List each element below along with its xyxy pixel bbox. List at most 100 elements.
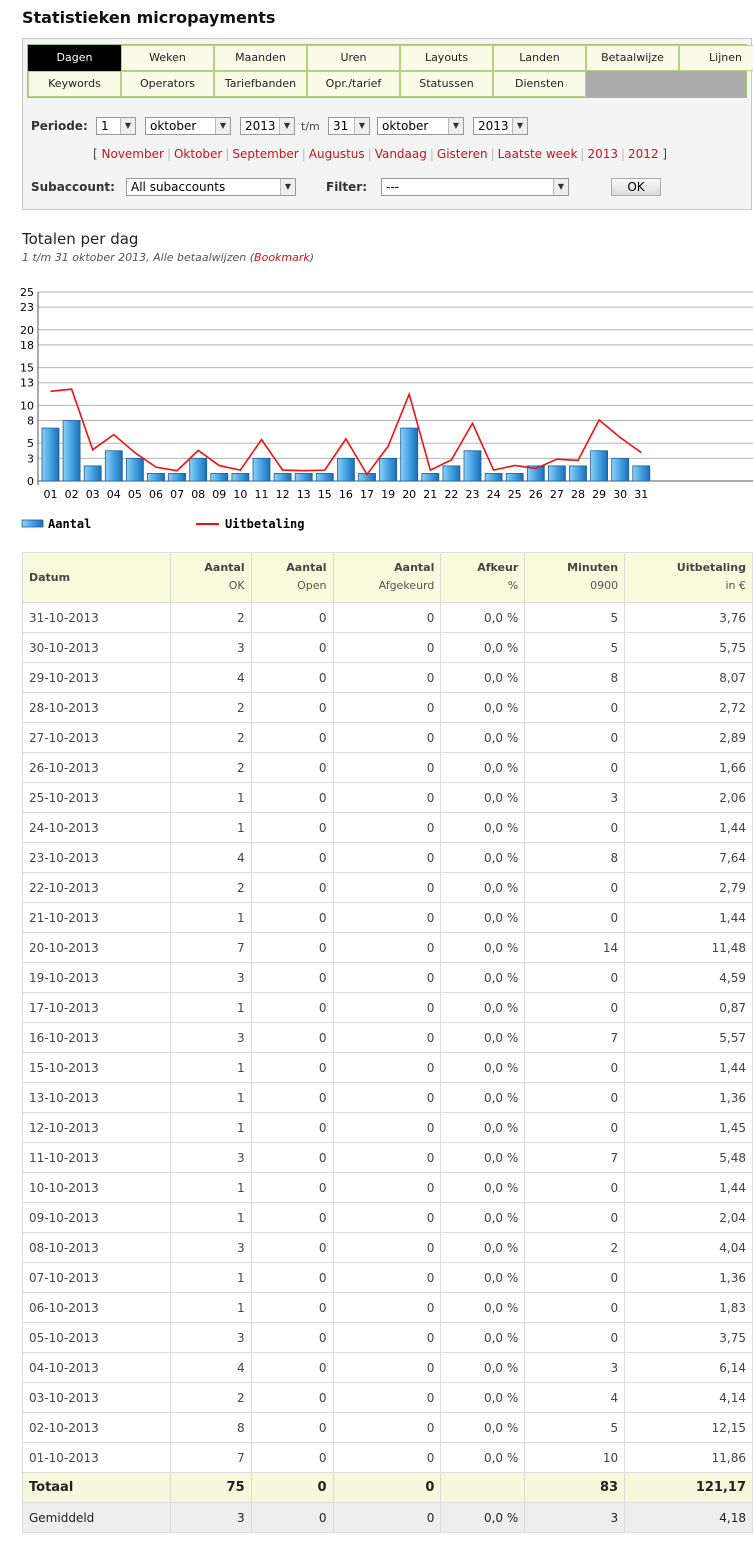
table-row: 03-10-2013 2 0 0 0,0 % 4 4,14 [22,1382,753,1413]
to-month-select[interactable]: oktober ▼ [377,117,464,135]
from-month-select[interactable]: oktober ▼ [145,117,231,135]
cell-afkeur-pct: 0,0 % [440,1172,526,1203]
table-row: 31-10-2013 2 0 0 0,0 % 5 3,76 [22,602,753,633]
column-header-aantal-ok[interactable]: Aantal OK [169,552,252,603]
cell-datum: 13-10-2013 [22,1082,171,1113]
quick-link-laatste-week[interactable]: Laatste week [498,147,578,161]
from-year-select[interactable]: 2013 ▼ [240,117,295,135]
table-row: 12-10-2013 1 0 0 0,0 % 0 1,45 [22,1112,753,1143]
cell-afkeur-pct: 0,0 % [440,1262,526,1293]
table-row: 23-10-2013 4 0 0 0,0 % 8 7,64 [22,842,753,873]
cell-datum: 27-10-2013 [22,722,171,753]
cell-minuten: 0 [524,1262,626,1293]
tab-diensten[interactable]: Diensten [493,71,586,97]
column-header-minuten-0900[interactable]: Minuten 0900 [524,552,626,603]
tab-keywords[interactable]: Keywords [28,71,121,97]
cell-afkeur-pct: 0,0 % [440,1442,526,1473]
cell-aantal-open: 0 [250,1142,334,1173]
quick-link-gisteren[interactable]: Gisteren [437,147,488,161]
chevron-down-icon: ▼ [120,118,135,134]
quick-link-november[interactable]: November [102,147,164,161]
from-day-select[interactable]: 1 ▼ [96,117,136,135]
cell-aantal-ok: 3 [169,1022,252,1053]
bar-aantal [189,457,208,482]
column-header-aantal-open[interactable]: Aantal Open [250,552,334,603]
subaccount-label: Subaccount: [31,180,115,194]
column-header-afkeur[interactable]: Afkeur% [440,552,526,603]
cell-uitbetaling: 4,14 [624,1382,753,1413]
cell-uitbetaling: 11,86 [624,1442,753,1473]
cell-afkeur-pct: 0,0 % [440,812,526,843]
cell-aantal-afgekeurd: 0 [332,812,442,843]
quick-link-oktober[interactable]: Oktober [174,147,222,161]
cell-uitbetaling: 2,04 [624,1202,753,1233]
tab-uren[interactable]: Uren [307,45,400,71]
cell-aantal-afgekeurd: 0 [332,1382,442,1413]
to-day-select[interactable]: 31 ▼ [328,117,370,135]
tab-layouts[interactable]: Layouts [400,45,493,71]
subaccount-select[interactable]: All subaccounts ▼ [126,178,296,196]
cell-datum: 20-10-2013 [22,932,171,963]
tab-betaalwijze[interactable]: Betaalwijze [586,45,679,71]
table-row: 01-10-2013 7 0 0 0,0 % 10 11,86 [22,1442,753,1473]
quick-link-vandaag[interactable]: Vandaag [375,147,427,161]
cell-aantal-open: 0 [250,1052,334,1083]
column-header-aantal-afgekeurd[interactable]: Aantal Afgekeurd [332,552,442,603]
cell-minuten: 5 [524,1412,626,1443]
filter-select[interactable]: --- ▼ [381,178,569,196]
table-row: 21-10-2013 1 0 0 0,0 % 0 1,44 [22,902,753,933]
cell-aantal-afgekeurd: 0 [332,872,442,903]
x-tick-label: 24 [487,488,501,501]
cell-minuten: 0 [524,1202,626,1233]
table-row: 16-10-2013 3 0 0 0,0 % 7 5,57 [22,1022,753,1053]
cell-uitbetaling: 5,57 [624,1022,753,1053]
tab-lijnen[interactable]: Lijnen [679,45,753,71]
tab-statussen[interactable]: Statussen [400,71,493,97]
tab-opr-tarief[interactable]: Opr./tarief [307,71,400,97]
x-tick-label: 15 [318,488,332,501]
quick-link-2012[interactable]: 2012 [628,147,659,161]
tab-weken[interactable]: Weken [121,45,214,71]
cell-uitbetaling: 4,59 [624,962,753,993]
table-row: 13-10-2013 1 0 0 0,0 % 0 1,36 [22,1082,753,1113]
quick-link-augustus[interactable]: Augustus [309,147,365,161]
cell-aantal-ok: 1 [169,1052,252,1083]
x-tick-label: 10 [233,488,247,501]
cell-uitbetaling: 1,44 [624,1172,753,1203]
cell-aantal-open: 0 [250,752,334,783]
quick-link-september[interactable]: September [232,147,298,161]
bracket-open: [ [93,147,102,161]
cell-aantal-afgekeurd: 0 [332,752,442,783]
column-header-uitbetaling-in[interactable]: Uitbetaling in € [624,552,753,603]
bar-aantal [632,465,651,482]
legend-aantal-label: Aantal [48,517,91,531]
cell-afkeur-pct: 0,0 % [440,632,526,663]
tab-operators[interactable]: Operators [121,71,214,97]
cell-aantal-ok: 2 [169,872,252,903]
cell-minuten: 0 [524,722,626,753]
table-row: 06-10-2013 1 0 0 0,0 % 0 1,83 [22,1292,753,1323]
tab-dagen[interactable]: Dagen [28,45,121,71]
cell-datum: 06-10-2013 [22,1292,171,1323]
column-header-datum[interactable]: Datum [22,552,171,603]
ok-button[interactable]: OK [611,178,661,196]
cell-uitbetaling: 1,44 [624,902,753,933]
to-year-select[interactable]: 2013 ▼ [473,117,528,135]
bookmark-link[interactable]: Bookmark [254,251,310,264]
table-row: 22-10-2013 2 0 0 0,0 % 0 2,79 [22,872,753,903]
column-header-unit: % [507,579,519,592]
cell-afkeur-pct: 0,0 % [440,1502,526,1533]
tab-tariefbanden[interactable]: Tariefbanden [214,71,307,97]
cell-datum: 30-10-2013 [22,632,171,663]
table-row: 30-10-2013 3 0 0 0,0 % 5 5,75 [22,632,753,663]
tab-maanden[interactable]: Maanden [214,45,307,71]
cell-aantal-afgekeurd: 0 [332,1202,442,1233]
cell-aantal-open: 0 [250,1022,334,1053]
cell-aantal-ok: 2 [169,692,252,723]
link-separator: | [166,147,171,161]
daily-totals-table: Datum Aantal OK Aantal Open Aantal Afgekeurd Af… [22,552,753,1533]
quick-link-2013[interactable]: 2013 [587,147,618,161]
tab-landen[interactable]: Landen [493,45,586,71]
cell-minuten: 0 [524,1172,626,1203]
table-row: 26-10-2013 2 0 0 0,0 % 0 1,66 [22,752,753,783]
